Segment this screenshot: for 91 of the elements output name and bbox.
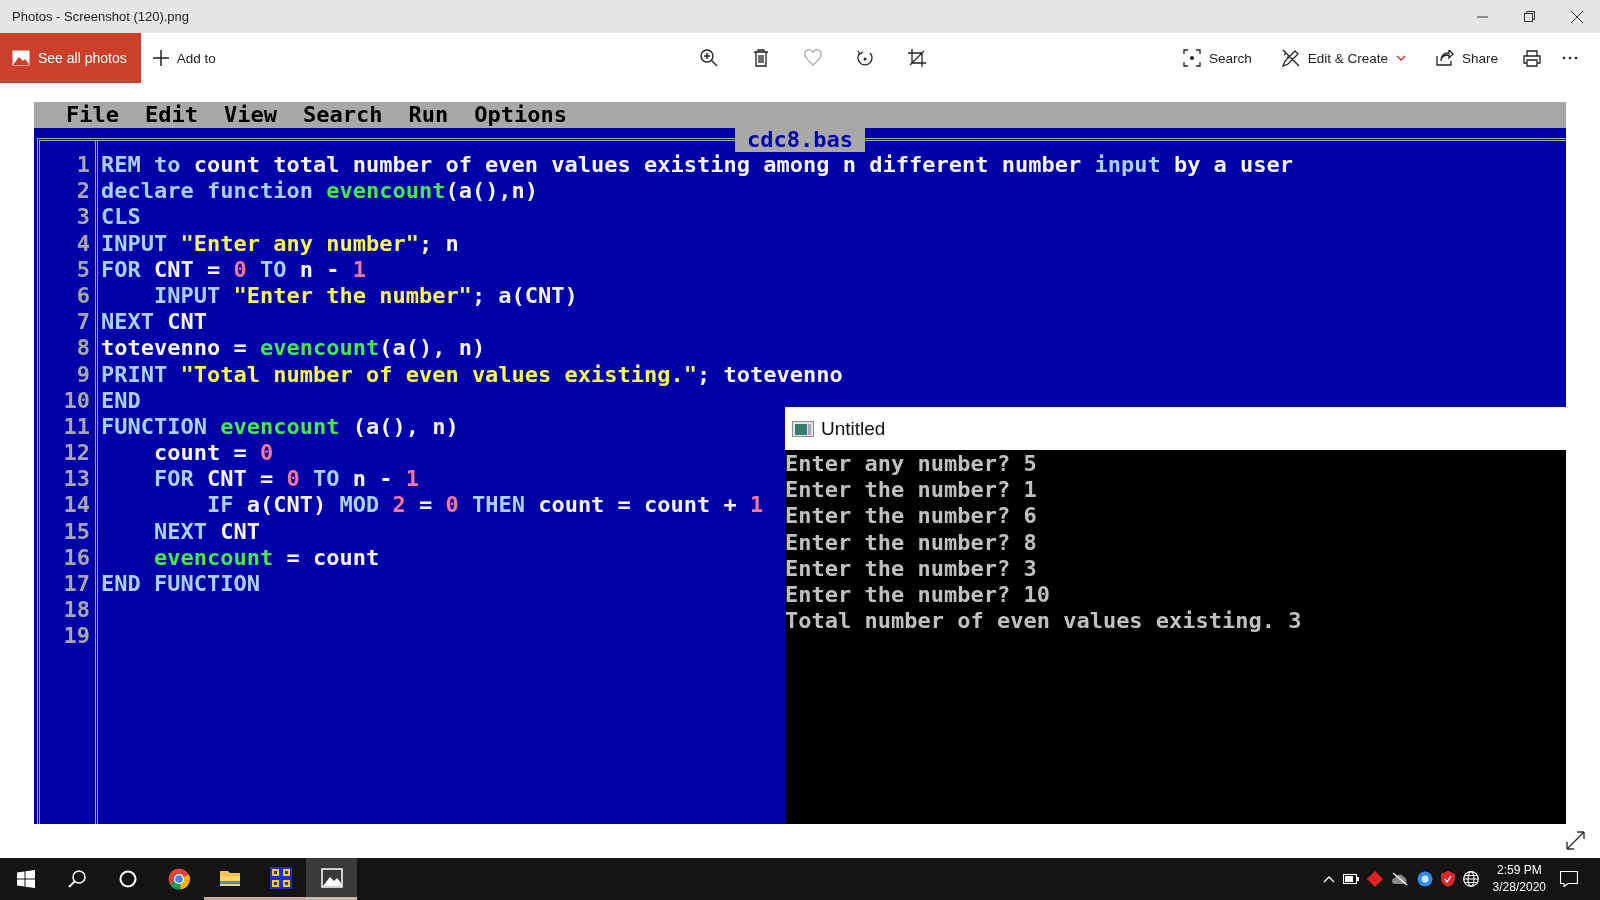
window-title: Photos - Screenshot (120).png: [11, 9, 190, 24]
line-number: 4: [76, 230, 90, 257]
file-name-tab[interactable]: cdc8.bas: [735, 128, 865, 152]
console-output-line: Enter the number? 6: [785, 503, 1038, 530]
restore-icon: [1524, 11, 1535, 22]
close-icon: [1570, 10, 1583, 23]
expand-icon[interactable]: [1566, 831, 1585, 850]
console-output-line: Enter the number? 10: [785, 581, 1051, 609]
code-line: CLS: [101, 204, 141, 231]
search-icon: [1182, 49, 1201, 67]
code-line: count = 0: [152, 440, 274, 467]
see-all-photos-button[interactable]: See all photos: [0, 33, 141, 83]
console-output-line: Enter any number? 5: [785, 451, 1038, 478]
console-output-line: Total number of even values existing. 3: [785, 608, 1303, 635]
qb64-icon: [269, 866, 292, 889]
battery-icon[interactable]: [1342, 874, 1359, 884]
edit-create-button[interactable]: Edit & Create: [1269, 38, 1418, 78]
menu-item[interactable]: Run: [408, 102, 449, 128]
output-window-title: Untitled: [821, 417, 886, 440]
line-number: 8: [76, 335, 90, 362]
windows-logo-icon: [16, 870, 35, 888]
code-line: totevenno = evencount(a(), n): [101, 335, 486, 362]
menu-item[interactable]: Edit: [145, 102, 198, 128]
code-line: INPUT "Enter the number"; a(CNT): [152, 282, 578, 310]
code-line: END: [101, 387, 141, 414]
picture-icon: [12, 50, 30, 66]
picture-icon: [320, 866, 343, 889]
line-number: 15: [63, 518, 90, 545]
chevron-up-icon[interactable]: [1322, 875, 1335, 883]
console-output-line: Enter the number? 8: [785, 529, 1038, 556]
magnifier-plus-icon: [699, 49, 718, 67]
menu-item[interactable]: Options: [474, 102, 567, 128]
line-number: 6: [76, 282, 90, 310]
code-line: PRINT "Total number of even values existing."; totevenno: [101, 361, 843, 388]
code-line: IF a(CNT) MOD 2 = 0 THEN count = count + 1: [205, 492, 764, 519]
clock-date: 3/28/2020: [1492, 879, 1546, 896]
code-line: REM to count total number of even values existing among n different number input by a user: [101, 152, 1294, 179]
line-number: 16: [63, 544, 90, 571]
line-number: 10: [63, 387, 90, 414]
diamond-icon[interactable]: [1366, 871, 1383, 887]
search-icon: [67, 870, 86, 888]
pencil-ruler-icon: [1281, 49, 1300, 67]
code-line: INPUT "Enter any number"; n: [101, 230, 459, 257]
share-icon: [1435, 50, 1454, 66]
clock-time: 2:59 PM: [1496, 862, 1542, 879]
line-number: 17: [63, 571, 90, 598]
trash-icon: [751, 49, 770, 67]
menu-item[interactable]: View: [223, 102, 277, 128]
cloud-offline-icon[interactable]: [1390, 872, 1409, 886]
shield-icon[interactable]: [1440, 871, 1455, 887]
line-number: 12: [63, 440, 90, 467]
search-button[interactable]: Search: [1170, 38, 1264, 78]
line-number: 11: [63, 413, 90, 441]
line-number: 9: [76, 361, 90, 388]
line-number: 18: [63, 597, 90, 624]
code-line: evencount = count: [152, 544, 380, 571]
chevron-down-icon: [1395, 55, 1406, 61]
rotate-icon: [855, 49, 874, 67]
menu-item[interactable]: File: [66, 102, 119, 128]
share-button[interactable]: Share: [1423, 38, 1510, 78]
line-number: 5: [76, 256, 90, 283]
console-output-line: Enter the number? 1: [785, 477, 1038, 504]
menu-item[interactable]: Search: [302, 102, 383, 128]
plus-icon: [152, 50, 169, 66]
console-output-line: Enter the number? 3: [785, 555, 1038, 582]
globe-icon[interactable]: [1462, 871, 1479, 887]
circle-icon: [118, 870, 137, 888]
code-line: END FUNCTION: [101, 571, 260, 598]
printer-icon: [1523, 49, 1541, 67]
more-icon: [1562, 56, 1578, 60]
taskbar-app-button[interactable]: [306, 858, 357, 900]
line-number: 7: [76, 309, 90, 336]
line-number: 14: [63, 492, 90, 519]
line-number: 19: [63, 623, 90, 650]
program-icon: [792, 420, 814, 437]
code-line: NEXT CNT: [101, 309, 207, 336]
add-to-button[interactable]: Add to: [140, 38, 228, 78]
code-line: FUNCTION evencount (a(), n): [101, 413, 459, 441]
code-line: FOR CNT = 0 TO n - 1: [152, 466, 419, 493]
code-line: FOR CNT = 0 TO n - 1: [101, 256, 366, 283]
line-number: 1: [76, 152, 90, 179]
chrome-icon: [167, 868, 190, 890]
crop-icon: [907, 49, 926, 67]
heart-icon: [803, 49, 822, 67]
line-number: 3: [76, 204, 90, 231]
line-number: 2: [76, 178, 90, 205]
ring-icon[interactable]: [1416, 871, 1433, 887]
code-line: NEXT CNT: [152, 518, 260, 545]
code-line: declare function evencount(a(),n): [101, 178, 539, 205]
notification-icon[interactable]: [1560, 871, 1578, 887]
line-number: 13: [63, 466, 90, 493]
